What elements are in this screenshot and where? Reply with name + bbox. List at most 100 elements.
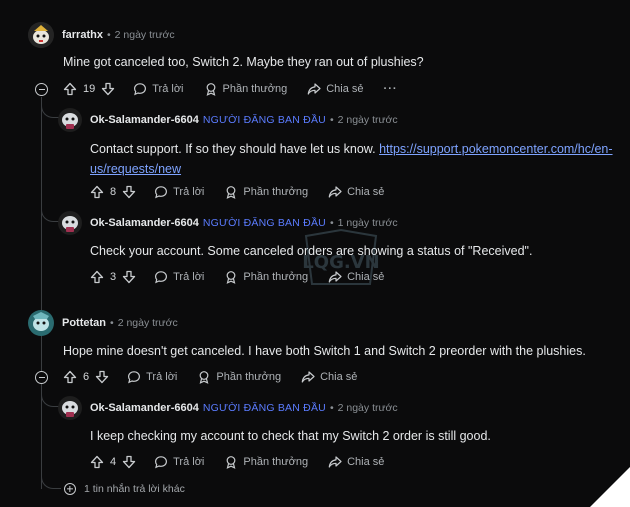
comment-text-prefix: Contact support. If so they should have …: [90, 142, 380, 156]
reply-button[interactable]: Trả lời: [133, 82, 184, 96]
more-replies-button[interactable]: 1 tin nhắn trả lời khác: [64, 483, 185, 495]
share-button[interactable]: Chia sẻ: [328, 455, 384, 469]
vote-count: 19: [83, 83, 96, 95]
share-button[interactable]: Chia sẻ: [307, 82, 364, 96]
upvote-icon[interactable]: [90, 185, 104, 199]
support-link-continued[interactable]: us/requests/new: [90, 162, 181, 176]
avatar[interactable]: [28, 22, 54, 48]
award-icon: [199, 371, 209, 384]
share-label: Chia sẻ: [320, 371, 358, 383]
comment-actions: 8 Trả lời Phần thưởng Chia sẻ: [90, 185, 404, 199]
op-badge: NGƯỜI ĐĂNG BAN ĐẦU: [202, 402, 326, 414]
award-button[interactable]: Phần thưởng: [197, 370, 281, 384]
snoo-avatar-icon: [28, 22, 54, 48]
speech-bubble-icon: [134, 83, 147, 96]
timestamp: 2 ngày trước: [117, 317, 178, 329]
vote-group: 4: [90, 455, 136, 469]
comment-actions: 4 Trả lời Phần thưởng Chia sẻ: [90, 455, 404, 469]
award-label: Phần thưởng: [216, 371, 282, 383]
reply-button[interactable]: Trả lời: [154, 455, 204, 469]
avatar[interactable]: [58, 108, 82, 132]
comment-actions: 6 Trả lời Phần thưởng Chia sẻ: [63, 370, 377, 384]
speech-bubble-icon: [128, 371, 141, 384]
award-icon: [226, 271, 236, 284]
corner-decoration: [590, 467, 630, 507]
reply-label: Trả lời: [152, 83, 184, 95]
reply-button[interactable]: Trả lời: [154, 270, 204, 284]
username[interactable]: Ok-Salamander-6604: [90, 114, 199, 126]
downvote-icon[interactable]: [101, 82, 115, 96]
comment-text: Mine got canceled too, Switch 2. Maybe t…: [63, 55, 424, 69]
vote-count: 6: [83, 371, 90, 383]
username[interactable]: Ok-Salamander-6604: [90, 217, 199, 229]
share-icon: [328, 186, 342, 198]
timestamp: 2 ngày trước: [114, 29, 175, 41]
downvote-icon[interactable]: [122, 185, 136, 199]
collapse-thread-button[interactable]: [35, 371, 48, 384]
share-label: Chia sẻ: [347, 186, 385, 198]
vote-count: 8: [110, 186, 117, 198]
snoo-avatar-icon: [58, 396, 82, 420]
downvote-icon[interactable]: [122, 455, 136, 469]
reply-label: Trả lời: [146, 371, 178, 383]
username[interactable]: farrathx: [62, 29, 103, 41]
plus-circle-icon: [64, 483, 76, 495]
share-button[interactable]: Chia sẻ: [301, 370, 357, 384]
comment-header: Ok-Salamander-6604 NGƯỜI ĐĂNG BAN ĐẦU • …: [58, 108, 398, 132]
award-button[interactable]: Phần thưởng: [224, 185, 308, 199]
upvote-icon[interactable]: [90, 270, 104, 284]
comment-text: I keep checking my account to check that…: [90, 429, 491, 443]
share-button[interactable]: Chia sẻ: [328, 185, 384, 199]
reply-label: Trả lời: [173, 456, 205, 468]
more-replies-label: 1 tin nhắn trả lời khác: [84, 483, 185, 495]
separator-dot: •: [329, 114, 334, 126]
comment-header: farrathx • 2 ngày trước: [28, 22, 175, 48]
award-label: Phần thưởng: [222, 83, 288, 95]
username[interactable]: Pottetan: [62, 317, 106, 329]
separator-dot: •: [106, 29, 111, 41]
watermark-text: LQG.VN: [302, 252, 379, 273]
username[interactable]: Ok-Salamander-6604: [90, 402, 199, 414]
award-button[interactable]: Phần thưởng: [224, 455, 308, 469]
comment-header: Pottetan • 2 ngày trước: [28, 310, 178, 336]
comment-header: Ok-Salamander-6604 NGƯỜI ĐĂNG BAN ĐẦU • …: [58, 396, 398, 420]
timestamp: 2 ngày trước: [337, 402, 398, 414]
op-badge: NGƯỜI ĐĂNG BAN ĐẦU: [202, 114, 326, 126]
share-label: Chia sẻ: [347, 456, 385, 468]
upvote-icon[interactable]: [63, 370, 77, 384]
reply-label: Trả lời: [173, 186, 205, 198]
vote-group: 19: [63, 82, 115, 96]
upvote-icon[interactable]: [63, 82, 77, 96]
award-button[interactable]: Phần thưởng: [204, 82, 288, 96]
vote-group: 8: [90, 185, 136, 199]
share-icon: [328, 456, 342, 468]
snoo-avatar-icon: [58, 108, 82, 132]
thread-connector: [41, 118, 61, 222]
collapse-thread-button[interactable]: [35, 83, 48, 96]
share-label: Chia sẻ: [326, 83, 364, 95]
reply-label: Trả lời: [173, 271, 205, 283]
avatar[interactable]: [58, 396, 82, 420]
reply-button[interactable]: Trả lời: [154, 185, 204, 199]
comment-text: Contact support. If so they should have …: [90, 139, 620, 179]
downvote-icon[interactable]: [95, 370, 109, 384]
avatar[interactable]: [58, 211, 82, 235]
snoo-avatar-icon: [28, 310, 54, 336]
support-link[interactable]: https://support.pokemoncenter.com/hc/en-: [379, 142, 612, 156]
snoo-avatar-icon: [58, 211, 82, 235]
reply-button[interactable]: Trả lời: [127, 370, 177, 384]
award-icon: [226, 186, 236, 199]
watermark-logo: LQG.VN: [302, 228, 380, 285]
downvote-icon[interactable]: [122, 270, 136, 284]
award-icon: [226, 456, 236, 469]
timestamp: 2 ngày trước: [337, 114, 398, 126]
more-options-button[interactable]: ···: [384, 83, 398, 95]
comment-actions: 19 Trả lời Phần thưởng Chia sẻ ···: [63, 82, 418, 96]
avatar[interactable]: [28, 310, 54, 336]
upvote-icon[interactable]: [90, 455, 104, 469]
speech-bubble-icon: [155, 186, 168, 199]
comment-text: Hope mine doesn't get canceled. I have b…: [63, 344, 586, 358]
vote-count: 3: [110, 271, 117, 283]
vote-group: 6: [63, 370, 109, 384]
vote-group: 3: [90, 270, 136, 284]
